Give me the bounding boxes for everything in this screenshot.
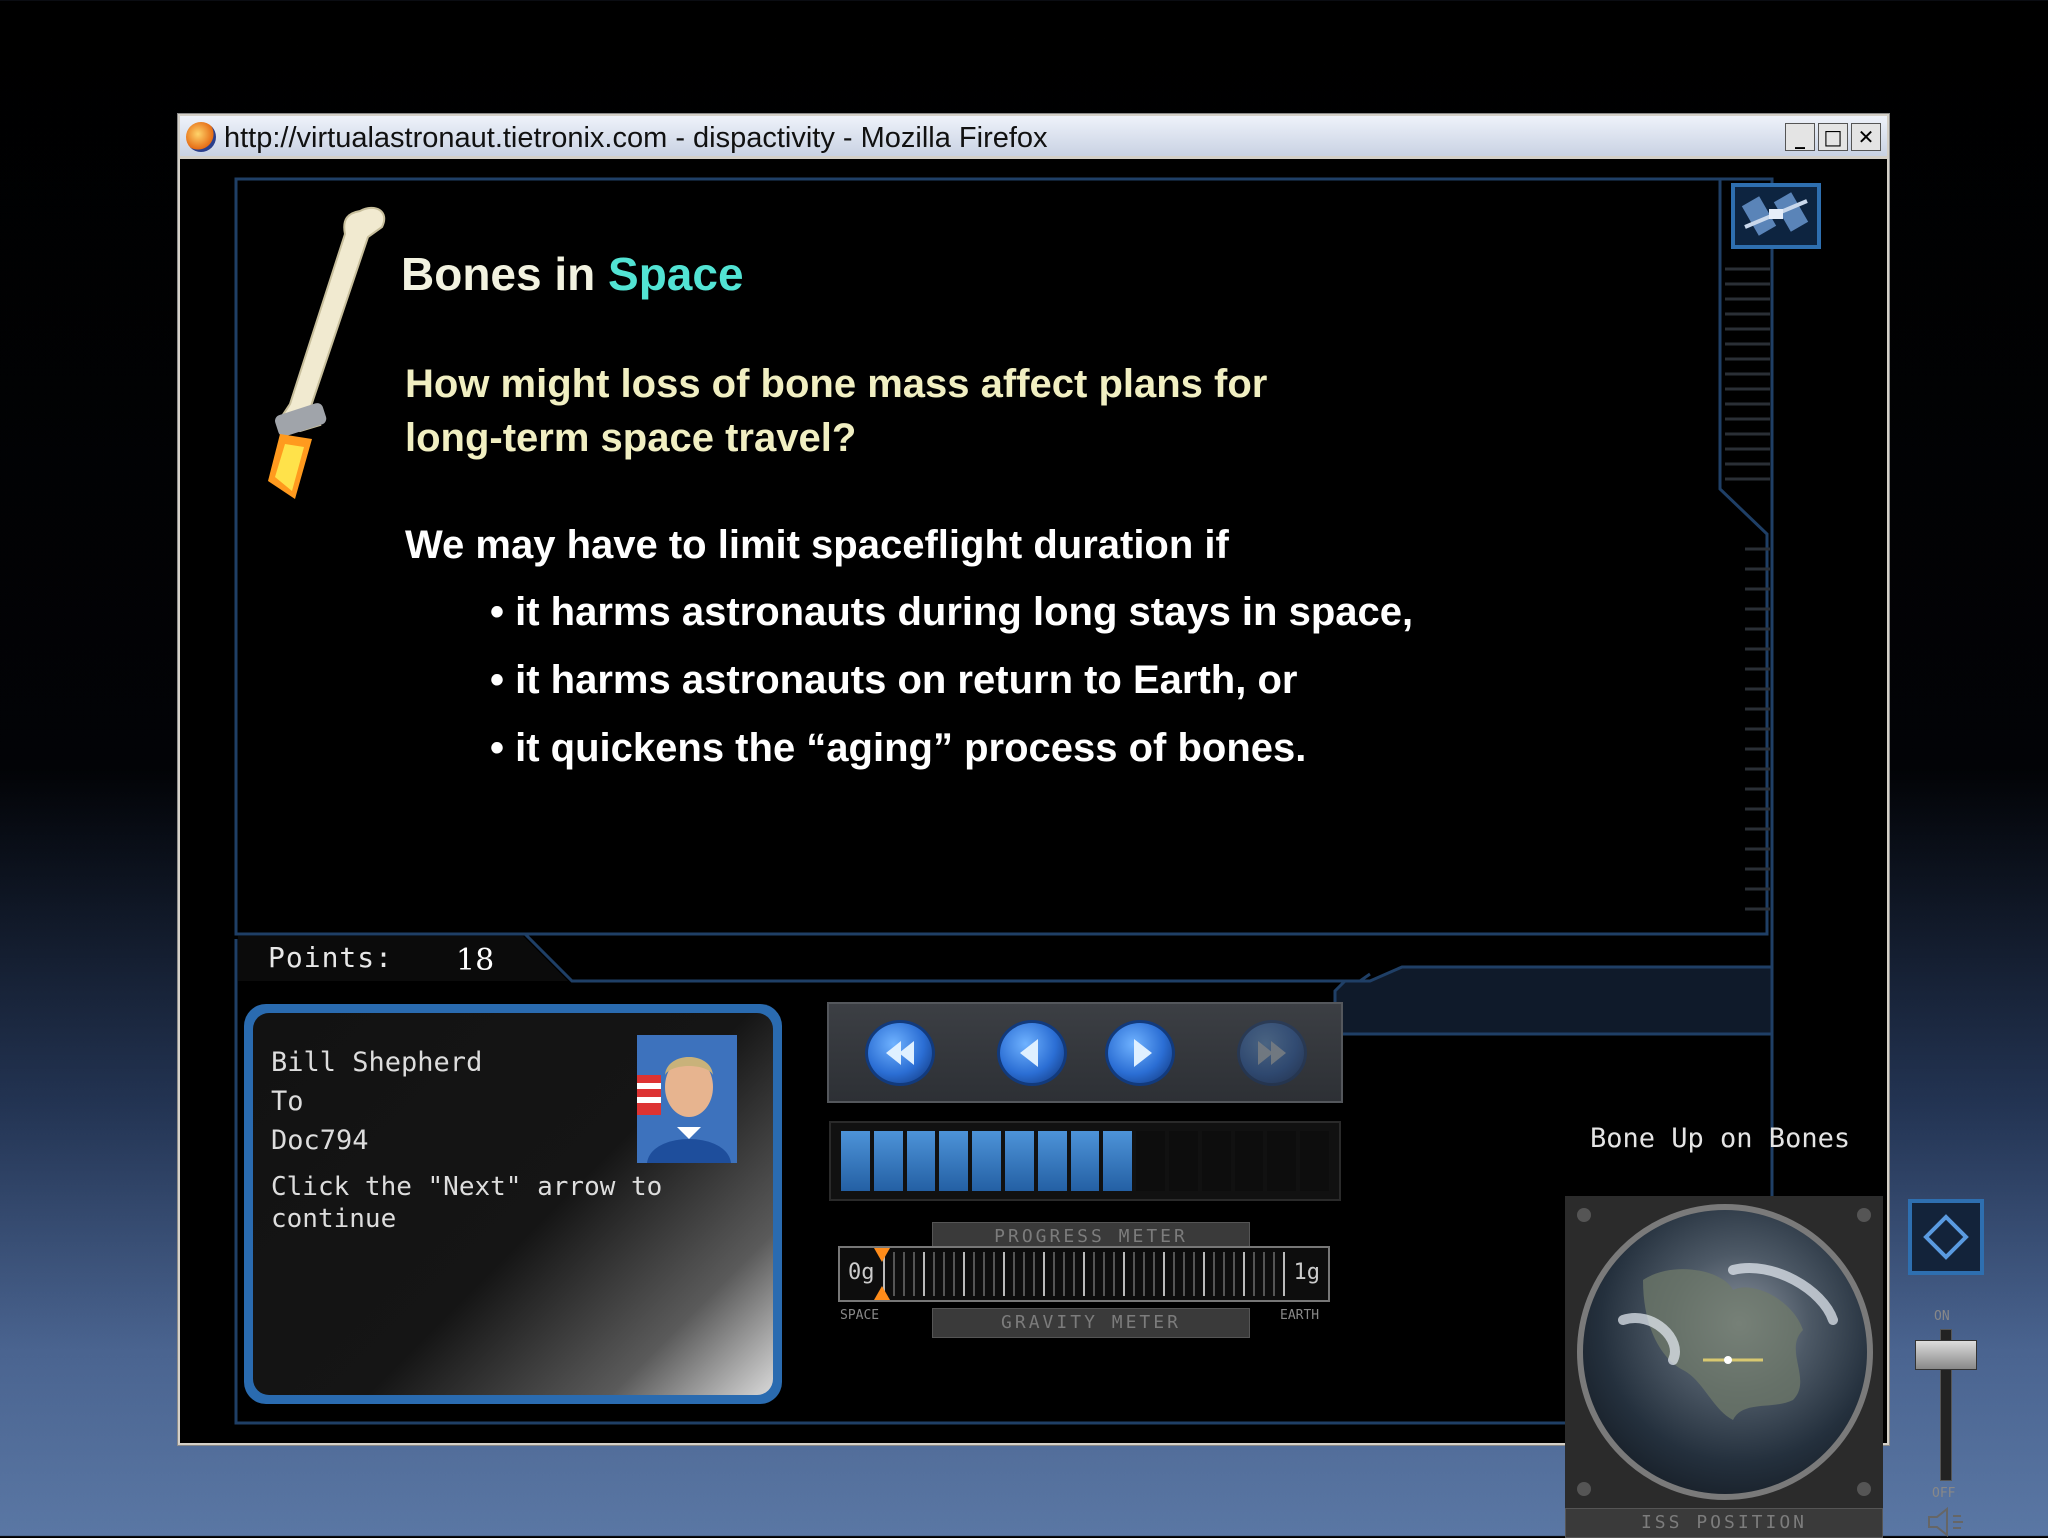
slide-title-main: Bones in (401, 248, 596, 300)
prev-button[interactable] (997, 1020, 1067, 1086)
progress-segment (1103, 1131, 1133, 1191)
title-bar: http://virtualastronaut.tietronix.com - … (180, 116, 1887, 156)
screw (1577, 1208, 1591, 1222)
progress-segment (1004, 1131, 1034, 1191)
gravity-meter-label: GRAVITY METER (932, 1308, 1250, 1338)
close-button[interactable]: ✕ (1851, 123, 1881, 151)
last-button[interactable] (1237, 1020, 1307, 1086)
app-content: Bones in Space How might loss of bone ma… (180, 159, 1984, 1538)
browser-window: http://virtualastronaut.tietronix.com - … (177, 113, 1984, 1538)
message-to: Doc794 (271, 1125, 369, 1156)
navigation-controls (827, 1002, 1343, 1103)
progress-segment (841, 1131, 870, 1191)
gravity-marker (874, 1248, 890, 1300)
gravity-max-label: 1g (1293, 1260, 1321, 1285)
window-controls: _ □ ✕ (1785, 123, 1881, 151)
maximize-button[interactable]: □ (1818, 123, 1848, 151)
speaker-icon[interactable] (1925, 1506, 1973, 1538)
progress-segment (1201, 1131, 1231, 1191)
gravity-space-caption: SPACE (840, 1308, 880, 1323)
last-icon (1258, 1041, 1286, 1065)
window-title: http://virtualastronaut.tietronix.com - … (224, 122, 1048, 154)
bone-rocket-illustration (240, 199, 400, 504)
message-panel: Bill Shepherd To Doc794 Click the "Next"… (244, 1004, 782, 1404)
minimize-button[interactable]: _ (1785, 123, 1815, 151)
progress-segment (1234, 1131, 1264, 1191)
points-value: 18 (456, 943, 495, 978)
audio-icon (1923, 1214, 1969, 1260)
list-item: it quickens the “aging” process of bones… (490, 723, 1413, 791)
gravity-min-label: 0g (848, 1260, 875, 1285)
next-button[interactable] (1105, 1020, 1175, 1086)
slide-question: How might loss of bone mass affect plans… (405, 362, 1268, 460)
slide-title: Bones in Space (401, 247, 744, 301)
volume-off-label: OFF (1932, 1486, 1956, 1501)
first-icon (886, 1041, 914, 1065)
volume-on-label: ON (1934, 1309, 1950, 1324)
lesson-title: Bone Up on Bones (1590, 1123, 1851, 1154)
iss-icon (1741, 192, 1809, 236)
list-item: it harms astronauts on return to Earth, … (490, 655, 1413, 723)
progress-segment (939, 1131, 969, 1191)
gravity-meter-scale (883, 1252, 1285, 1296)
astronaut-photo (637, 1035, 737, 1163)
firefox-icon (186, 122, 216, 152)
message-body: Click the "Next" arrow to continue (271, 1172, 663, 1234)
slide-title-accent: Space (608, 248, 744, 300)
progress-segment (906, 1131, 936, 1191)
message-from: Bill Shepherd (271, 1047, 483, 1078)
progress-segment (1136, 1131, 1165, 1191)
bullet-list: it harms astronauts during long stays in… (490, 587, 1413, 791)
gravity-earth-caption: EARTH (1280, 1308, 1320, 1323)
progress-segment (1037, 1131, 1067, 1191)
progress-segment (1070, 1131, 1100, 1191)
iss-position-display (1565, 1196, 1883, 1508)
audio-button[interactable] (1908, 1199, 1984, 1275)
slide-intro: We may have to limit spaceflight duratio… (405, 523, 1229, 567)
prev-icon (1020, 1039, 1038, 1067)
iss-position-label: ISS POSITION (1565, 1508, 1883, 1538)
screw (1577, 1482, 1591, 1496)
volume-slider-knob[interactable] (1915, 1339, 1977, 1370)
list-item: it harms astronauts during long stays in… (490, 587, 1413, 655)
progress-segment (873, 1131, 903, 1191)
progress-meter (829, 1121, 1341, 1201)
screw (1857, 1208, 1871, 1222)
screw (1857, 1482, 1871, 1496)
message-screen: Bill Shepherd To Doc794 Click the "Next"… (253, 1013, 773, 1395)
progress-segment (1267, 1131, 1297, 1191)
points-label: Points: (268, 941, 394, 974)
earth-globe (1577, 1204, 1873, 1500)
gravity-meter: 0g 1g (838, 1246, 1330, 1302)
first-button[interactable] (865, 1020, 935, 1086)
progress-segment (1168, 1131, 1198, 1191)
message-header: Bill Shepherd To Doc794 (271, 1043, 482, 1160)
iss-button[interactable] (1731, 183, 1821, 249)
message-to-label: To (271, 1086, 304, 1117)
progress-segment (1300, 1131, 1329, 1191)
progress-segment (972, 1131, 1001, 1191)
next-icon (1134, 1039, 1152, 1067)
